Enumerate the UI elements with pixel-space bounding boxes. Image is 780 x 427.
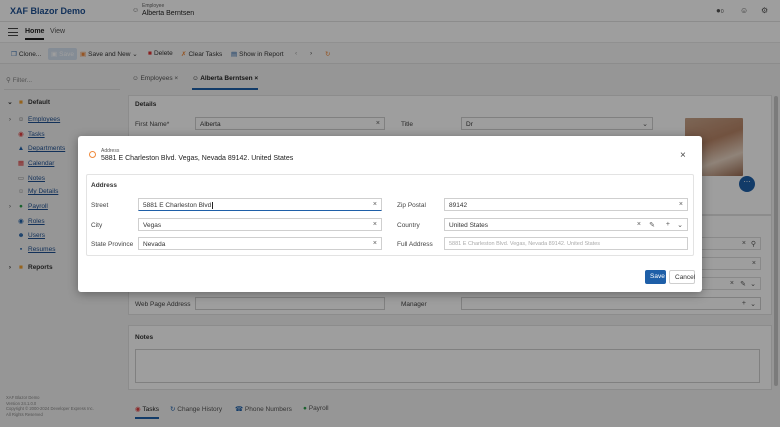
state-label: State Province xyxy=(91,241,134,248)
address-icon xyxy=(89,151,96,158)
cancel-button[interactable]: Cancel xyxy=(669,270,695,284)
country-lookup[interactable]: United States × ✎ + ⌄ xyxy=(444,218,688,231)
dialog-caption: Address xyxy=(101,148,120,154)
clear-icon[interactable]: × xyxy=(373,221,377,228)
zip-field[interactable]: 89142 × xyxy=(444,198,688,211)
save-button[interactable]: Save xyxy=(645,270,666,284)
city-label: City xyxy=(91,222,103,229)
street-label: Street xyxy=(91,202,109,209)
country-label: Country xyxy=(397,222,420,229)
zip-label: Zip Postal xyxy=(397,202,426,209)
close-icon[interactable]: × xyxy=(680,150,686,161)
clear-icon[interactable]: × xyxy=(679,201,683,208)
dialog-title: 5881 E Charleston Blvd. Vegas, Nevada 89… xyxy=(101,155,294,162)
clear-icon[interactable]: × xyxy=(373,240,377,247)
clear-icon[interactable]: × xyxy=(373,201,377,208)
add-icon[interactable]: + xyxy=(666,221,670,228)
address-dialog: Address 5881 E Charleston Blvd. Vegas, N… xyxy=(78,136,702,292)
city-field[interactable]: Vegas × xyxy=(138,218,382,231)
chevron-down-icon[interactable]: ⌄ xyxy=(677,221,683,229)
state-field[interactable]: Nevada × xyxy=(138,237,382,250)
address-group-title: Address xyxy=(91,182,118,189)
full-address-field: 5881 E Charleston Blvd. Vegas, Nevada 89… xyxy=(444,237,688,250)
full-address-label: Full Address xyxy=(397,241,433,248)
street-field[interactable]: 5881 E Charleston Blvd × xyxy=(138,198,382,211)
edit-icon[interactable]: ✎ xyxy=(649,221,655,229)
clear-icon[interactable]: × xyxy=(637,221,641,228)
